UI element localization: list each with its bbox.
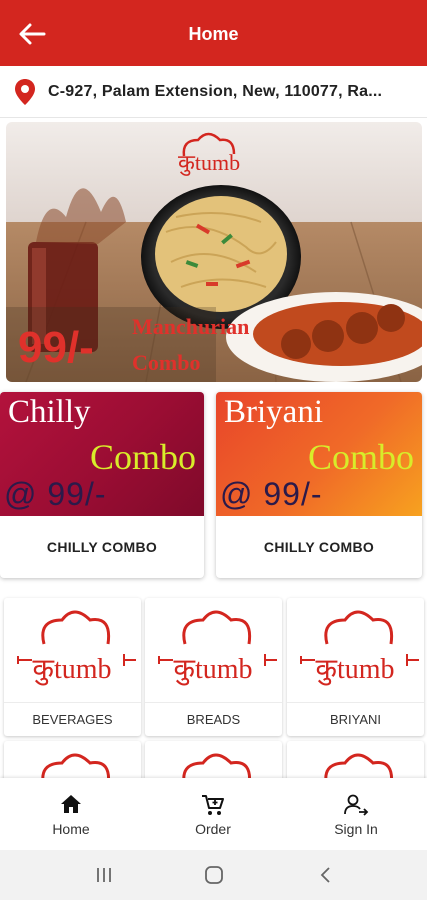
- combo-art-price: @ 99/-: [220, 476, 323, 512]
- combo-card-briyani[interactable]: Briyani Combo @ 99/- CHILLY COMBO: [216, 392, 422, 578]
- combo-caption: CHILLY COMBO: [46, 539, 158, 555]
- banner-image: कुtumb 99/- Manchurian Combo: [6, 122, 422, 382]
- category-label: BREADS: [145, 702, 282, 736]
- delivery-address-bar[interactable]: C-927, Palam Extension, New, 110077, Ra.…: [0, 66, 427, 118]
- system-navigation-bar: [0, 850, 427, 900]
- category-card-briyani[interactable]: कुtumb BRIYANI: [287, 598, 424, 736]
- page-title: Home: [188, 24, 239, 44]
- combo-art: Briyani Combo @ 99/-: [216, 392, 422, 516]
- combo-art-line2: Combo: [89, 437, 196, 477]
- brand-logo-text: कुtumb: [315, 654, 394, 686]
- nav-label: Sign In: [334, 821, 378, 837]
- address-text: C-927, Palam Extension, New, 110077, Ra.…: [48, 82, 383, 100]
- cart-plus-icon: [202, 795, 224, 815]
- kutumb-logo: कुtumb: [17, 610, 136, 686]
- person-signin-icon: [344, 794, 369, 816]
- category-label: BRIYANI: [287, 702, 424, 736]
- kutumb-logo: कुtumb: [300, 610, 419, 686]
- nav-sign-in[interactable]: Sign In: [285, 778, 427, 850]
- category-card-beverages[interactable]: कुtumb BEVERAGES: [4, 598, 141, 736]
- category-card-breads[interactable]: कुtumb BREADS: [145, 598, 282, 736]
- home-circle-icon[interactable]: [202, 864, 226, 886]
- brand-logo-text: कुtumb: [32, 654, 111, 686]
- nav-label: Home: [52, 821, 90, 837]
- combo-caption: CHILLY COMBO: [263, 539, 375, 555]
- combo-art: Chilly Combo @ 99/-: [0, 392, 204, 516]
- combo-art-line2: Combo: [307, 437, 414, 477]
- combo-art-price: @ 99/-: [4, 476, 107, 512]
- combo-card-chilly[interactable]: Chilly Combo @ 99/- CHILLY COMBO: [0, 392, 204, 578]
- nav-label: Order: [195, 821, 231, 837]
- brand-logo-text: कुtumb: [173, 654, 252, 686]
- back-chevron-icon[interactable]: [314, 864, 338, 886]
- promo-banner[interactable]: कुtumb 99/- Manchurian Combo: [6, 122, 422, 382]
- home-icon: [61, 795, 81, 813]
- kutumb-logo: कुtumb: [158, 610, 277, 686]
- bottom-navigation: Home Order Sign In: [0, 778, 427, 850]
- nav-home[interactable]: Home: [0, 778, 142, 850]
- combo-art-line1: Briyani: [224, 394, 323, 430]
- banner-price: 99/-: [18, 323, 94, 372]
- nav-order[interactable]: Order: [142, 778, 284, 850]
- svg-text:कुtumb: कुtumb: [178, 150, 240, 176]
- banner-line2: Combo: [132, 350, 200, 375]
- app-bar: Home: [0, 0, 427, 66]
- combo-art-line1: Chilly: [8, 394, 91, 430]
- category-label: BEVERAGES: [4, 702, 141, 736]
- location-pin-icon: [15, 78, 35, 105]
- recents-icon[interactable]: [92, 864, 116, 886]
- banner-line1: Manchurian: [132, 314, 249, 339]
